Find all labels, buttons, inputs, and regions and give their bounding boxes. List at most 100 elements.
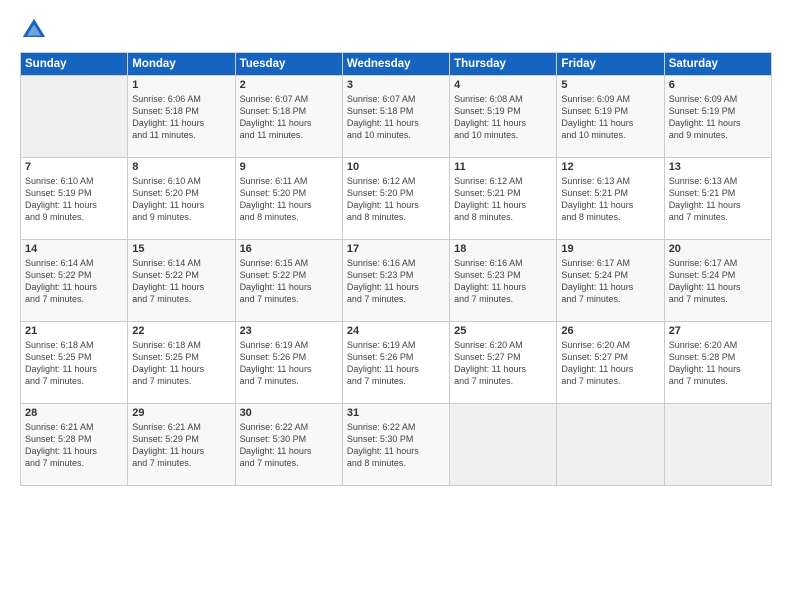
day-number: 11 [454,161,552,173]
day-number: 27 [669,325,767,337]
day-number: 30 [240,407,338,419]
table-row: 12 Sunrise: 6:13 AM Sunset: 5:21 PM Dayli… [557,158,664,240]
day-info: Sunrise: 6:16 AM Sunset: 5:23 PM Dayligh… [347,257,445,306]
table-row: 20Sunrise: 6:17 AM Sunset: 5:24 PM Dayli… [664,240,771,322]
table-row: 28 Sunrise: 6:21 AM Sunset: 5:28 PM Dayli… [21,404,128,486]
table-row: 14 Sunrise: 6:14 AM Sunset: 5:22 PM Dayli… [21,240,128,322]
day-number: 25 [454,325,552,337]
day-info: Sunrise: 6:06 AM Sunset: 5:18 PM Dayligh… [132,93,230,142]
header-cell-sunday: Sunday [21,53,128,76]
day-number: 16 [240,243,338,255]
day-info: Sunrise: 6:09 AM Sunset: 5:19 PM Dayligh… [561,93,659,142]
day-number: 1 [132,79,230,91]
day-number: 4 [454,79,552,91]
table-row: 2 Sunrise: 6:07 AM Sunset: 5:18 PM Daylig… [235,76,342,158]
day-info: Sunrise: 6:14 AM Sunset: 5:22 PM Dayligh… [132,257,230,306]
day-info: Sunrise: 6:20 AM Sunset: 5:27 PM Dayligh… [561,339,659,388]
header-cell-tuesday: Tuesday [235,53,342,76]
header-cell-thursday: Thursday [450,53,557,76]
table-row [557,404,664,486]
table-row: 3 Sunrise: 6:07 AM Sunset: 5:18 PM Daylig… [342,76,449,158]
day-number: 18 [454,243,552,255]
calendar-body: 1 Sunrise: 6:06 AM Sunset: 5:18 PM Daylig… [21,76,772,486]
table-row [664,404,771,486]
table-row: 23 Sunrise: 6:19 AM Sunset: 5:26 PM Dayli… [235,322,342,404]
table-row: 9Sunrise: 6:11 AM Sunset: 5:20 PM Daylig… [235,158,342,240]
day-number: 26 [561,325,659,337]
day-number: 28 [25,407,123,419]
day-number: 14 [25,243,123,255]
table-row [21,76,128,158]
table-row: 26 Sunrise: 6:20 AM Sunset: 5:27 PM Dayli… [557,322,664,404]
day-info: Sunrise: 6:13 AM Sunset: 5:21 PM Dayligh… [561,175,659,224]
header-cell-friday: Friday [557,53,664,76]
header-cell-saturday: Saturday [664,53,771,76]
day-number: 5 [561,79,659,91]
table-row: 19Sunrise: 6:17 AM Sunset: 5:24 PM Dayli… [557,240,664,322]
day-info: Sunrise: 6:18 AM Sunset: 5:25 PM Dayligh… [132,339,230,388]
table-row: 17 Sunrise: 6:16 AM Sunset: 5:23 PM Dayli… [342,240,449,322]
page: SundayMondayTuesdayWednesdayThursdayFrid… [0,0,792,612]
day-info: Sunrise: 6:14 AM Sunset: 5:22 PM Dayligh… [25,257,123,306]
day-number: 3 [347,79,445,91]
day-number: 10 [347,161,445,173]
day-info: Sunrise: 6:12 AM Sunset: 5:21 PM Dayligh… [454,175,552,224]
table-row: 27 Sunrise: 6:20 AM Sunset: 5:28 PM Dayli… [664,322,771,404]
table-row: 1 Sunrise: 6:06 AM Sunset: 5:18 PM Daylig… [128,76,235,158]
day-info: Sunrise: 6:07 AM Sunset: 5:18 PM Dayligh… [240,93,338,142]
day-number: 19 [561,243,659,255]
day-number: 8 [132,161,230,173]
table-row: 30 Sunrise: 6:22 AM Sunset: 5:30 PM Dayli… [235,404,342,486]
logo-icon [20,16,48,44]
header-cell-wednesday: Wednesday [342,53,449,76]
table-row: 16 Sunrise: 6:15 AM Sunset: 5:22 PM Dayli… [235,240,342,322]
table-row: 5 Sunrise: 6:09 AM Sunset: 5:19 PM Daylig… [557,76,664,158]
day-number: 23 [240,325,338,337]
day-info: Sunrise: 6:19 AM Sunset: 5:26 PM Dayligh… [240,339,338,388]
day-number: 31 [347,407,445,419]
calendar-table: SundayMondayTuesdayWednesdayThursdayFrid… [20,52,772,486]
day-info: Sunrise: 6:09 AM Sunset: 5:19 PM Dayligh… [669,93,767,142]
day-info: Sunrise: 6:20 AM Sunset: 5:28 PM Dayligh… [669,339,767,388]
day-info: Sunrise: 6:22 AM Sunset: 5:30 PM Dayligh… [240,421,338,470]
day-number: 6 [669,79,767,91]
day-number: 29 [132,407,230,419]
table-row: 21Sunrise: 6:18 AM Sunset: 5:25 PM Dayli… [21,322,128,404]
day-info: Sunrise: 6:21 AM Sunset: 5:28 PM Dayligh… [25,421,123,470]
day-info: Sunrise: 6:16 AM Sunset: 5:23 PM Dayligh… [454,257,552,306]
table-row: 15 Sunrise: 6:14 AM Sunset: 5:22 PM Dayli… [128,240,235,322]
table-row: 13 Sunrise: 6:13 AM Sunset: 5:21 PM Dayli… [664,158,771,240]
day-number: 13 [669,161,767,173]
day-number: 12 [561,161,659,173]
table-row: 6 Sunrise: 6:09 AM Sunset: 5:19 PM Daylig… [664,76,771,158]
day-number: 9 [240,161,338,173]
day-number: 7 [25,161,123,173]
day-info: Sunrise: 6:07 AM Sunset: 5:18 PM Dayligh… [347,93,445,142]
table-row: 31Sunrise: 6:22 AM Sunset: 5:30 PM Dayli… [342,404,449,486]
table-row: 22Sunrise: 6:18 AM Sunset: 5:25 PM Dayli… [128,322,235,404]
logo [20,16,52,44]
table-row: 18 Sunrise: 6:16 AM Sunset: 5:23 PM Dayli… [450,240,557,322]
day-number: 15 [132,243,230,255]
header-row: SundayMondayTuesdayWednesdayThursdayFrid… [21,53,772,76]
day-info: Sunrise: 6:12 AM Sunset: 5:20 PM Dayligh… [347,175,445,224]
header-cell-monday: Monday [128,53,235,76]
table-row: 29Sunrise: 6:21 AM Sunset: 5:29 PM Dayli… [128,404,235,486]
week-row-2: 14 Sunrise: 6:14 AM Sunset: 5:22 PM Dayli… [21,240,772,322]
day-info: Sunrise: 6:19 AM Sunset: 5:26 PM Dayligh… [347,339,445,388]
day-info: Sunrise: 6:18 AM Sunset: 5:25 PM Dayligh… [25,339,123,388]
day-info: Sunrise: 6:10 AM Sunset: 5:20 PM Dayligh… [132,175,230,224]
day-info: Sunrise: 6:13 AM Sunset: 5:21 PM Dayligh… [669,175,767,224]
day-number: 2 [240,79,338,91]
day-info: Sunrise: 6:15 AM Sunset: 5:22 PM Dayligh… [240,257,338,306]
week-row-4: 28 Sunrise: 6:21 AM Sunset: 5:28 PM Dayli… [21,404,772,486]
week-row-1: 7 Sunrise: 6:10 AM Sunset: 5:19 PM Daylig… [21,158,772,240]
table-row: 25 Sunrise: 6:20 AM Sunset: 5:27 PM Dayli… [450,322,557,404]
day-info: Sunrise: 6:08 AM Sunset: 5:19 PM Dayligh… [454,93,552,142]
day-number: 17 [347,243,445,255]
day-info: Sunrise: 6:17 AM Sunset: 5:24 PM Dayligh… [669,257,767,306]
day-info: Sunrise: 6:20 AM Sunset: 5:27 PM Dayligh… [454,339,552,388]
calendar-header: SundayMondayTuesdayWednesdayThursdayFrid… [21,53,772,76]
day-info: Sunrise: 6:10 AM Sunset: 5:19 PM Dayligh… [25,175,123,224]
table-row: 4 Sunrise: 6:08 AM Sunset: 5:19 PM Daylig… [450,76,557,158]
